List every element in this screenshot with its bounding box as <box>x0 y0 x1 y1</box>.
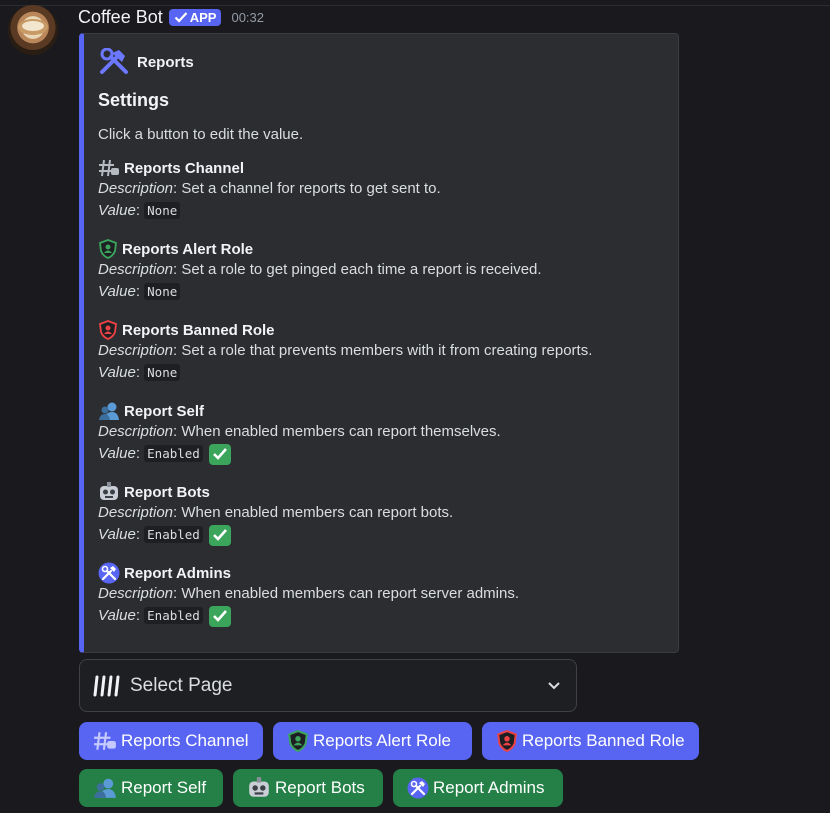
field-report-admins: Report Admins Description: When enabled … <box>98 562 673 627</box>
field-value: None <box>144 364 181 381</box>
user-icon <box>99 402 119 420</box>
reports-channel-button[interactable]: Reports Channel <box>79 722 263 760</box>
coffee-foam-image <box>22 21 44 31</box>
select-placeholder: Select Page <box>130 674 233 696</box>
message-timestamp[interactable]: 00:32 <box>231 10 264 25</box>
description-label: Description <box>98 180 174 197</box>
verified-check-icon <box>174 12 188 23</box>
embed-author: Reports <box>99 48 194 76</box>
pages-icon <box>93 675 120 696</box>
report-admins-button[interactable]: Report Admins <box>393 769 563 807</box>
field-report-self: Report Self Description: When enabled me… <box>98 401 673 465</box>
tools-icon <box>100 48 128 74</box>
description-label: Description <box>98 423 174 440</box>
reports-banned-role-button[interactable]: Reports Banned Role <box>482 722 699 760</box>
report-bots-button[interactable]: Report Bots <box>233 769 383 807</box>
report-self-button[interactable]: Report Self <box>79 769 223 807</box>
value-label: Value <box>98 364 136 381</box>
author-username[interactable]: Coffee Bot <box>78 7 163 28</box>
field-description: : When enabled members can report bots. <box>173 504 454 521</box>
button-label: Reports Channel <box>121 731 249 750</box>
app-badge-label: APP <box>189 9 217 25</box>
value-label: Value <box>98 202 136 219</box>
check-mark-icon <box>209 443 232 465</box>
value-label: Value <box>98 526 136 543</box>
embed-author-name: Reports <box>137 53 194 71</box>
field-name: Reports Channel <box>124 159 245 177</box>
field-value: Enabled <box>144 526 203 543</box>
tools-circle-icon <box>407 777 429 799</box>
value-label: Value <box>98 283 136 300</box>
field-name: Reports Alert Role <box>122 240 254 258</box>
chevron-down-icon <box>548 682 560 690</box>
user-icon <box>94 778 116 798</box>
field-name: Report Bots <box>124 483 210 501</box>
field-description: : When enabled members can report themse… <box>173 423 501 440</box>
select-page-dropdown[interactable]: Select Page <box>79 659 577 712</box>
button-label: Report Bots <box>275 778 365 797</box>
embed-description: Click a button to edit the value. <box>98 126 304 143</box>
field-report-bots: Report Bots Description: When enabled me… <box>98 482 673 546</box>
value-label: Value <box>98 445 136 462</box>
tools-circle-icon <box>98 562 120 584</box>
reports-alert-role-button[interactable]: Reports Alert Role <box>273 722 472 760</box>
bot-avatar[interactable] <box>8 5 58 55</box>
value-label: Value <box>98 607 136 624</box>
field-value: None <box>144 283 181 300</box>
check-mark-icon <box>209 524 232 546</box>
message-header: Coffee Bot APP 00:32 <box>78 5 264 29</box>
field-reports-banned-role: Reports Banned Role Description: Set a r… <box>98 320 593 381</box>
reports-embed: Reports Settings Click a button to edit … <box>79 33 679 653</box>
button-label: Report Admins <box>433 778 545 797</box>
robot-icon <box>249 777 269 797</box>
hashtag-chat-icon <box>94 732 116 750</box>
hashtag-chat-icon <box>99 159 119 177</box>
button-label: Reports Alert Role <box>313 731 451 750</box>
field-description: : Set a role that prevents members with … <box>173 342 593 359</box>
description-label: Description <box>98 585 174 602</box>
field-value: Enabled <box>144 445 203 462</box>
check-mark-icon <box>209 605 232 627</box>
red-shield-icon <box>99 320 117 340</box>
description-label: Description <box>98 261 174 278</box>
field-name: Report Admins <box>124 564 231 582</box>
field-description: : When enabled members can report server… <box>173 585 520 602</box>
embed-title: Settings <box>98 90 170 110</box>
green-shield-icon <box>99 239 117 259</box>
button-label: Reports Banned Role <box>522 731 685 750</box>
red-shield-icon <box>497 730 517 752</box>
green-shield-icon <box>288 730 308 752</box>
button-label: Report Self <box>121 778 207 797</box>
field-description: : Set a role to get pinged each time a r… <box>173 261 542 278</box>
field-name: Report Self <box>124 402 205 420</box>
app-badge: APP <box>168 8 222 26</box>
field-value: Enabled <box>144 607 203 624</box>
field-name: Reports Banned Role <box>122 321 275 339</box>
field-reports-channel: Reports Channel Description: Set a chann… <box>98 159 441 219</box>
field-reports-alert-role: Reports Alert Role Description: Set a ro… <box>98 239 542 300</box>
field-value: None <box>144 202 181 219</box>
description-label: Description <box>98 504 174 521</box>
field-description: : Set a channel for reports to get sent … <box>173 180 441 197</box>
robot-icon <box>100 482 118 500</box>
description-label: Description <box>98 342 174 359</box>
